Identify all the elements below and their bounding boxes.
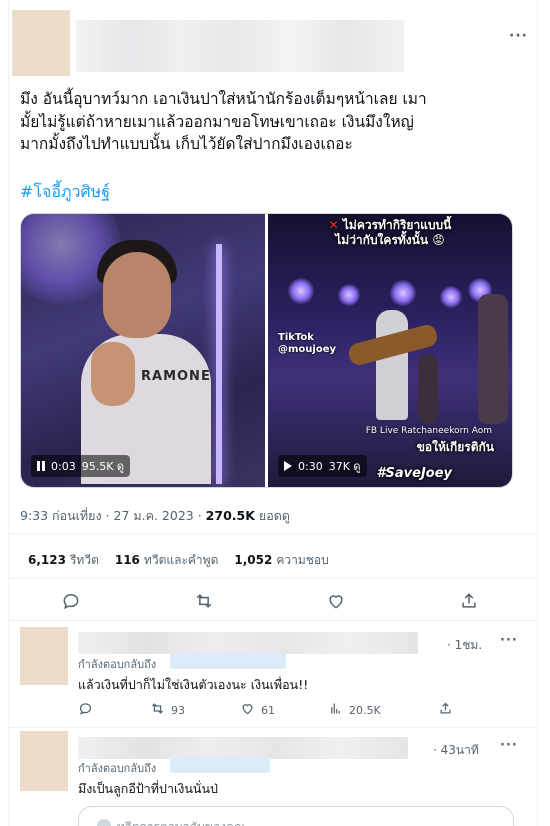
views-count: 270.5K: [205, 508, 255, 523]
reply-avatar[interactable]: [20, 627, 68, 685]
warning-caption: ✕ ไม่ควรทำกิริยาแบบนี้ ไม่ว่ากับใครทั้งน…: [268, 218, 512, 248]
tweet-text-line: มั้ยไม่รู้แต่ถ้าหายเมาแล้วออกมาขอโทษเขาเ…: [20, 112, 414, 131]
hashtag-link[interactable]: #โจอี้ภูวศิษฐ์: [20, 180, 110, 205]
like-icon[interactable]: [325, 590, 347, 612]
retweet-icon[interactable]: [150, 701, 165, 719]
reply-author-blurred[interactable]: [78, 632, 418, 654]
video-views: 37K ดู: [328, 460, 361, 473]
pause-icon[interactable]: [37, 461, 45, 471]
tweet-text-line: มึง อันนี้อุบาทว์มาก เอาเงินปาใส่หน้านัก…: [20, 90, 427, 108]
compose-placeholder[interactable]: ทวีตการตอบกลับของคุณ: [117, 818, 245, 826]
media-grid: RAMONE 0:03 95.5K ดู ✕ ไม่ควรทำกิริยาแบบ…: [20, 213, 513, 488]
neon-light: [216, 244, 222, 484]
save-hashtag-overlay: #SaveJoey: [376, 466, 452, 481]
tweet-date[interactable]: 27 ม.ค. 2023: [114, 508, 194, 523]
views-count: 20.5K: [349, 703, 381, 717]
likes-stat[interactable]: 1,052 ความชอบ: [234, 551, 328, 570]
shirt-text: RAMONE: [141, 369, 211, 384]
quotes-count: 116: [114, 553, 140, 567]
tweet-time[interactable]: 9:33 ก่อนเที่ยง: [20, 508, 102, 523]
singer-hands: [91, 342, 135, 406]
replying-to-handle-blurred[interactable]: [170, 653, 286, 669]
reply-author-blurred[interactable]: [78, 737, 408, 759]
stage-light: [440, 286, 462, 308]
tweet-text-line: มากมั้งถึงไปทำแบบนั้น เก็บไว้ยัดใส่ปากมึ…: [20, 135, 353, 153]
like-icon[interactable]: [240, 701, 255, 719]
share-icon[interactable]: [438, 701, 453, 719]
more-options-icon[interactable]: ···: [509, 28, 528, 44]
replying-to-label: กำลังตอบกลับถึง: [78, 658, 157, 671]
tiktok-watermark: TikTok @moujoey: [278, 332, 336, 356]
engagement-stats: 6,123 รีทวีต 116 ทวีตและคำพูด 1,052 ความชอบ: [28, 551, 329, 570]
stage-light: [288, 278, 314, 304]
replying-to-label: กำลังตอบกลับถึง: [78, 762, 157, 775]
reply-button[interactable]: [78, 701, 150, 719]
video-time: 0:30: [298, 459, 323, 473]
reply-compose-box[interactable]: ทวีตการตอบกลับของคุณ: [78, 806, 514, 826]
avatar[interactable]: [12, 10, 70, 76]
more-options-icon[interactable]: ···: [500, 738, 518, 753]
red-x-icon: ✕: [328, 218, 339, 232]
replying-to-handle-blurred[interactable]: [170, 757, 270, 773]
quotes-label: ทวีตและคำพูด: [143, 553, 219, 567]
retweets-stat[interactable]: 6,123 รีทวีต: [28, 551, 99, 570]
author-name-blurred[interactable]: [76, 20, 404, 72]
compose-avatar-icon: [97, 819, 111, 826]
reply-icon[interactable]: [78, 701, 93, 719]
divider: [9, 578, 537, 579]
divider: [9, 533, 537, 534]
like-count: 61: [261, 703, 275, 717]
share-button[interactable]: [438, 701, 453, 719]
separator-dot: ·: [101, 508, 114, 523]
performer: [376, 310, 408, 420]
reply-text: มึงเป็นลูกอีป้าที่ปาเงินนั่นป่: [78, 781, 218, 796]
reply-actions: 93 61 20.5K: [78, 701, 453, 719]
bottom-caption: ขอให้เกียรติกัน: [416, 440, 494, 454]
retweets-label: รีทวีต: [69, 553, 99, 567]
reply-icon[interactable]: [60, 590, 82, 612]
video-views: 95.5K ดู: [81, 460, 125, 473]
views-label: ยอดดู: [258, 508, 290, 523]
caption-line: ไม่ว่ากับใครทั้งนั้น 😡: [335, 233, 445, 247]
reply-time[interactable]: · 43นาที: [433, 741, 479, 760]
views-button[interactable]: 20.5K: [328, 701, 438, 719]
caption-line: ไม่ควรทำกิริยาแบบนี้: [342, 218, 452, 232]
retweet-button[interactable]: 93: [150, 701, 240, 719]
video-time: 0:03: [51, 459, 76, 473]
likes-count: 1,052: [234, 553, 273, 567]
quotes-stat[interactable]: 116 ทวีตและคำพูด: [115, 551, 219, 570]
divider: [9, 727, 537, 728]
video-progress-overlay[interactable]: 0:30 37K ดู: [278, 455, 367, 477]
stage-equipment: [418, 354, 438, 424]
likes-label: ความชอบ: [276, 553, 329, 567]
stage-light: [390, 280, 416, 306]
tiktok-logo: TikTok: [278, 332, 314, 343]
like-button[interactable]: 61: [240, 701, 328, 719]
tiktok-handle: @moujoey: [278, 344, 337, 355]
tweet-text: มึง อันนี้อุบาทว์มาก เอาเงินปาใส่หน้านัก…: [20, 88, 520, 156]
more-options-icon[interactable]: ···: [500, 633, 518, 648]
singer-head: [103, 252, 171, 338]
tweet-actions: [60, 590, 480, 612]
separator-dot: ·: [193, 508, 206, 523]
reply-avatar[interactable]: [20, 731, 68, 791]
foreground-person: [478, 294, 508, 424]
reply-text: แล้วเงินที่ปาก็ไม่ใช่เงินตัวเองนะ เงินเพ…: [78, 677, 309, 692]
video-progress-overlay[interactable]: 0:03 95.5K ดู: [31, 455, 131, 477]
fb-live-credit: FB Live Ratchaneekorn Aom: [365, 426, 492, 436]
divider: [9, 620, 537, 621]
retweets-count: 6,123: [28, 553, 66, 567]
retweet-count: 93: [171, 703, 185, 717]
share-icon[interactable]: [458, 590, 480, 612]
analytics-icon[interactable]: [328, 701, 343, 719]
tweet-meta: 9:33 ก่อนเที่ยง · 27 ม.ค. 2023 · 270.5K …: [20, 506, 290, 526]
video-right[interactable]: ✕ ไม่ควรทำกิริยาแบบนี้ ไม่ว่ากับใครทั้งน…: [268, 214, 512, 487]
retweet-icon[interactable]: [193, 590, 215, 612]
video-left[interactable]: RAMONE 0:03 95.5K ดู: [21, 214, 265, 487]
stage-light: [338, 284, 360, 306]
play-icon[interactable]: [284, 461, 292, 471]
reply-time[interactable]: · 1ชม.: [447, 636, 482, 655]
